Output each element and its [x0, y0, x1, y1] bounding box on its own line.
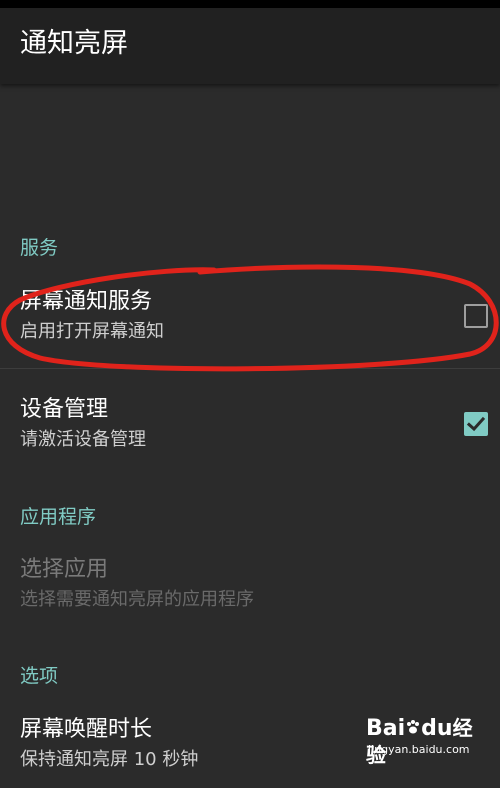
pref-title: 屏幕通知服务 [20, 288, 152, 316]
app-title: 通知亮屏 [20, 26, 128, 62]
pref-summary: 选择需要通知亮屏的应用程序 [20, 588, 254, 612]
pref-device-admin[interactable]: 设备管理 请激活设备管理 [0, 388, 500, 468]
pref-screen-notify-service[interactable]: 屏幕通知服务 启用打开屏幕通知 [0, 280, 500, 368]
pref-summary: 启用打开屏幕通知 [20, 320, 164, 344]
device-admin-checkbox[interactable] [464, 412, 488, 436]
baidu-watermark: Bai du经验 jingyan.baidu.com [366, 715, 486, 759]
pref-summary: 保持通知亮屏 10 秒钟 [20, 748, 198, 772]
pref-title: 设备管理 [20, 396, 108, 424]
pref-title: 选择应用 [20, 556, 108, 584]
section-header-service: 服务 [20, 236, 58, 260]
divider [0, 368, 500, 369]
baidu-logo: Bai du经验 [366, 715, 486, 769]
app-bar: 通知亮屏 [0, 8, 500, 84]
status-bar [0, 0, 500, 8]
screen-notify-checkbox[interactable] [464, 304, 488, 328]
pref-title: 屏幕唤醒时长 [20, 716, 152, 744]
check-icon [466, 414, 486, 434]
section-header-apps: 应用程序 [20, 505, 96, 529]
pref-select-app[interactable]: 选择应用 选择需要通知亮屏的应用程序 [0, 548, 500, 628]
paw-icon [405, 719, 421, 735]
section-header-options: 选项 [20, 664, 58, 688]
watermark-url: jingyan.baidu.com [368, 743, 470, 757]
pref-summary: 请激活设备管理 [20, 428, 146, 452]
